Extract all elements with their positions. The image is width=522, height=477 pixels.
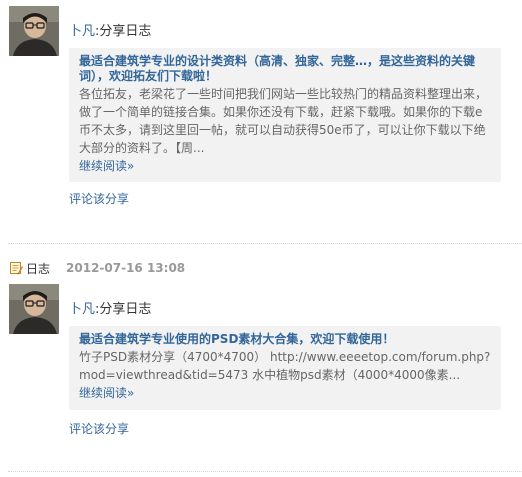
avatar[interactable] (9, 6, 59, 56)
continue-reading-link[interactable]: 继续阅读» (79, 157, 134, 175)
entry-type-label: 日志 (26, 261, 51, 276)
avatar-image (9, 6, 59, 56)
author-line: 卜凡:分享日志 (69, 23, 151, 41)
comment-share-link[interactable]: 评论该分享 (69, 191, 129, 207)
share-feed: 卜凡:分享日志 最适合建筑学专业的设计类资料（高清、独家、完整…，是这些资料的关… (0, 0, 522, 477)
share-action-label: 分享日志 (99, 24, 152, 39)
continue-reading-link[interactable]: 继续阅读» (79, 384, 134, 402)
shared-blog-summary: 竹子PSD素材分享（4700*4700） http://www.eeeetop.… (79, 350, 491, 382)
avatar[interactable] (9, 284, 59, 334)
share-action-label: 分享日志 (99, 302, 152, 317)
shared-blog-card: 最适合建筑学专业的设计类资料（高清、独家、完整…，是这些资料的关键词），欢迎拓友… (69, 48, 501, 182)
author-name-link[interactable]: 卜凡 (69, 24, 95, 39)
entry-divider (8, 471, 522, 472)
blog-notebook-icon (9, 261, 23, 275)
author-line: 卜凡:分享日志 (69, 301, 151, 319)
shared-blog-card: 最适合建筑学专业使用的PSD素材大合集，欢迎下载使用！ 竹子PSD素材分享（47… (69, 326, 501, 410)
avatar-image (9, 284, 59, 334)
entry-meta: 日志 2012-07-16 13:08 (9, 259, 185, 277)
author-name-link[interactable]: 卜凡 (69, 302, 95, 317)
entry-divider (8, 243, 522, 244)
entry-date: 2012-07-16 13:08 (66, 261, 186, 275)
shared-blog-title-link[interactable]: 最适合建筑学专业使用的PSD素材大合集，欢迎下载使用！ (79, 332, 491, 347)
comment-share-link[interactable]: 评论该分享 (69, 421, 129, 437)
shared-blog-summary: 各位拓友，老梁花了一些时间把我们网站一些比较热门的精品资料整理出来，做了一个简单… (79, 87, 488, 155)
shared-blog-title-link[interactable]: 最适合建筑学专业的设计类资料（高清、独家、完整…，是这些资料的关键词），欢迎拓友… (79, 54, 491, 84)
